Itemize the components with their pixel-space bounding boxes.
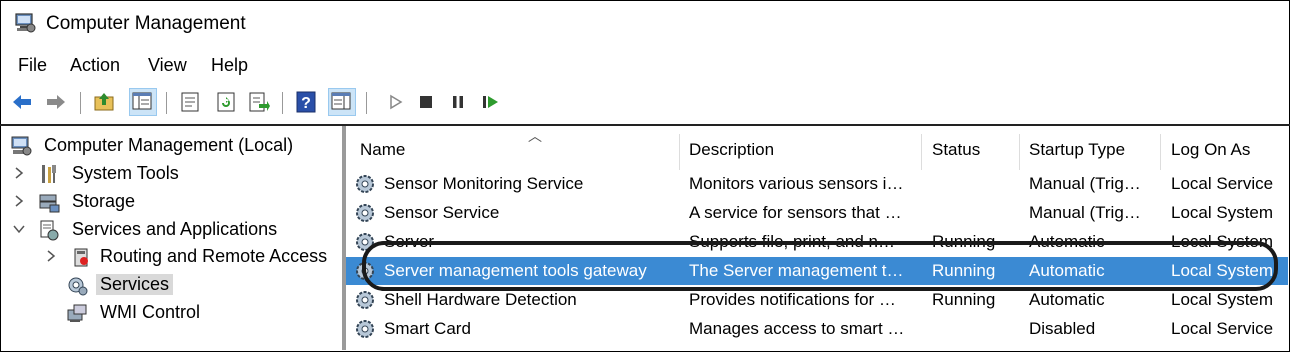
restart-service-icon[interactable] xyxy=(478,90,502,114)
up-folder-icon[interactable] xyxy=(92,90,116,114)
tree-item-system-tools[interactable]: System Tools xyxy=(12,161,337,187)
start-service-icon[interactable] xyxy=(384,90,408,114)
properties-icon[interactable] xyxy=(178,90,202,114)
service-name: Shell Hardware Detection xyxy=(384,290,577,309)
annotation-highlight-ring xyxy=(362,241,1278,291)
tree-item-services-and-applications[interactable]: Services and Applications xyxy=(12,217,337,243)
tree-item-label: Routing and Remote Access xyxy=(100,246,328,266)
column-header-name[interactable]: Name xyxy=(360,140,405,160)
table-row[interactable]: Sensor Service A service for sensors tha… xyxy=(346,199,1288,227)
tree-item-storage[interactable]: Storage xyxy=(12,189,337,215)
menu-bar: File Action View Help xyxy=(0,52,1290,80)
service-log-on-as: Local System xyxy=(1171,203,1274,222)
column-header-description[interactable]: Description xyxy=(689,140,774,160)
column-header-status[interactable]: Status xyxy=(932,140,980,160)
toolbar-separator xyxy=(80,92,81,114)
column-header-log-on-as[interactable]: Log On As xyxy=(1171,140,1250,160)
help-icon[interactable]: ? xyxy=(294,90,318,114)
back-arrow-icon[interactable] xyxy=(10,90,34,114)
tree-item-routing-and-remote-access[interactable]: Routing and Remote Access xyxy=(44,244,339,270)
service-gear-icon xyxy=(354,202,376,224)
service-name: Sensor Service xyxy=(384,203,500,222)
pause-service-icon[interactable] xyxy=(446,90,470,114)
services-icon xyxy=(66,274,88,296)
service-gear-icon xyxy=(354,289,376,311)
tree-item-label: Computer Management (Local) xyxy=(44,135,294,155)
export-list-icon[interactable] xyxy=(246,90,270,114)
service-startup-type: Automatic xyxy=(1029,290,1105,309)
console-tree: Computer Management (Local) System Tools… xyxy=(0,126,340,350)
table-row[interactable]: Smart Card Manages access to smart … Dis… xyxy=(346,315,1288,343)
service-description: Monitors various sensors i… xyxy=(689,174,904,193)
forward-arrow-icon[interactable] xyxy=(44,90,68,114)
menu-action[interactable]: Action xyxy=(70,55,120,76)
toolbar: ? xyxy=(0,86,1290,120)
column-header-startup-type[interactable]: Startup Type xyxy=(1029,140,1125,160)
refresh-icon[interactable] xyxy=(214,90,238,114)
table-row[interactable]: Sensor Monitoring Service Monitors vario… xyxy=(346,170,1288,198)
tree-item-label: System Tools xyxy=(72,163,179,183)
service-startup-type: Manual (Trig… xyxy=(1029,203,1141,222)
column-divider[interactable] xyxy=(1160,134,1161,170)
service-name: Sensor Monitoring Service xyxy=(384,174,584,193)
column-divider[interactable] xyxy=(921,134,922,170)
tree-item-label: WMI Control xyxy=(100,302,201,322)
chevron-right-icon[interactable] xyxy=(44,247,58,265)
show-hide-action-pane-icon[interactable] xyxy=(328,88,356,116)
menu-file[interactable]: File xyxy=(18,55,47,76)
service-gear-icon xyxy=(354,318,376,340)
menu-view[interactable]: View xyxy=(148,55,187,76)
tree-item-label: Services xyxy=(96,274,174,295)
chevron-right-icon[interactable] xyxy=(12,192,26,210)
storage-icon xyxy=(38,191,60,213)
tree-item-label: Storage xyxy=(72,191,136,211)
service-startup-type: Disabled xyxy=(1029,319,1096,338)
service-status: Running xyxy=(932,290,996,309)
column-divider[interactable] xyxy=(679,134,680,170)
wmi-control-icon xyxy=(66,302,88,324)
toolbar-separator xyxy=(166,92,167,114)
title-bar: Computer Management xyxy=(0,0,1290,48)
toolbar-separator xyxy=(366,92,367,114)
routing-remote-access-icon xyxy=(70,246,92,268)
service-gear-icon xyxy=(354,173,376,195)
svg-text:?: ? xyxy=(301,95,311,112)
tree-item-wmi-control[interactable]: WMI Control xyxy=(66,300,336,326)
sort-ascending-icon: ︿ xyxy=(528,128,542,144)
tree-item-label: Services and Applications xyxy=(72,219,278,239)
computer-management-icon xyxy=(10,135,32,157)
service-name: Smart Card xyxy=(384,319,471,338)
menu-help[interactable]: Help xyxy=(211,55,248,76)
service-startup-type: Manual (Trig… xyxy=(1029,174,1141,193)
toolbar-separator xyxy=(282,92,283,114)
service-log-on-as: Local Service xyxy=(1171,174,1274,193)
computer-management-app-icon xyxy=(14,12,36,34)
service-log-on-as: Local Service xyxy=(1171,319,1274,338)
services-list: ︿ Name Description Status Startup Type L… xyxy=(346,126,1288,350)
service-log-on-as: Local System xyxy=(1171,290,1274,309)
chevron-down-icon[interactable] xyxy=(12,220,26,238)
service-description: Provides notifications for … xyxy=(689,290,896,309)
service-description: A service for sensors that … xyxy=(689,203,902,222)
show-hide-console-tree-icon[interactable] xyxy=(129,88,157,116)
column-divider[interactable] xyxy=(1019,134,1020,170)
service-description: Manages access to smart … xyxy=(689,319,905,338)
tree-item-computer-management-local[interactable]: Computer Management (Local) xyxy=(10,133,335,159)
stop-service-icon[interactable] xyxy=(414,90,438,114)
services-applications-icon xyxy=(38,219,60,241)
tree-item-services[interactable]: Services xyxy=(66,272,336,298)
system-tools-icon xyxy=(38,163,60,185)
chevron-right-icon[interactable] xyxy=(12,164,26,182)
window-title: Computer Management xyxy=(46,13,246,34)
